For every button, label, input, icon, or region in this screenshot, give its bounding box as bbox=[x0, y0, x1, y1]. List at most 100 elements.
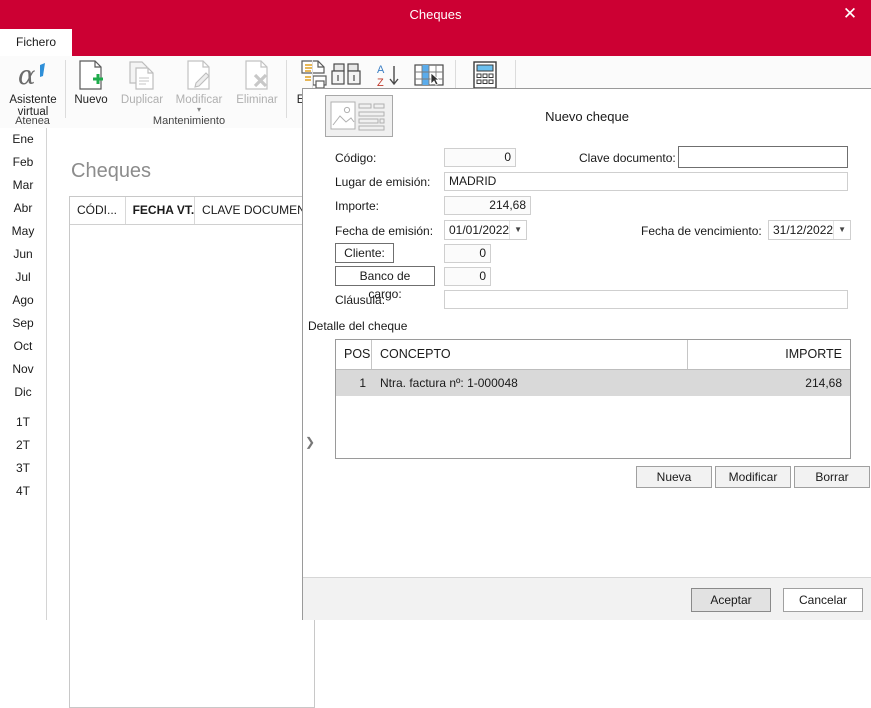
grid-column-importe[interactable]: IMPORTE bbox=[688, 340, 850, 369]
nueva-linea-button[interactable]: Nueva bbox=[636, 466, 712, 488]
rail-item-oct[interactable]: Oct bbox=[0, 335, 46, 358]
rail-item-ene[interactable]: Ene bbox=[0, 128, 46, 151]
table-row[interactable]: 1 Ntra. factura nº: 1-000048 214,68 bbox=[336, 370, 850, 396]
rail-item-dic[interactable]: Dic bbox=[0, 381, 46, 404]
clausula-input[interactable] bbox=[444, 290, 848, 309]
borrar-linea-button[interactable]: Borrar bbox=[794, 466, 870, 488]
banco-cargo-lookup-button[interactable]: Banco de cargo: bbox=[335, 266, 435, 301]
column-header-codigo[interactable]: CÓDI... bbox=[70, 197, 126, 224]
fecha-vencimiento-datepicker[interactable]: 31/12/2022 ▼ bbox=[768, 220, 851, 240]
rail-item-3t[interactable]: 3T bbox=[0, 457, 46, 480]
rail-item-4t[interactable]: 4T bbox=[0, 480, 46, 503]
rail-item-ago[interactable]: Ago bbox=[0, 289, 46, 312]
chevron-down-icon[interactable]: ▾ bbox=[170, 106, 228, 114]
dialog-header: Nuevo cheque bbox=[303, 89, 871, 144]
rail-item-jun[interactable]: Jun bbox=[0, 243, 46, 266]
nuevo-cheque-dialog: Nuevo cheque Código: 0 Clave documento: … bbox=[302, 88, 871, 620]
ribbon-button-buscar[interactable] bbox=[321, 58, 371, 92]
ribbon-group-label: Mantenimiento bbox=[152, 115, 226, 127]
fecha-vencimiento-value: 31/12/2022 bbox=[773, 223, 834, 237]
edit-document-icon bbox=[170, 58, 228, 92]
delete-document-icon bbox=[230, 58, 284, 92]
label-importe: Importe: bbox=[335, 199, 380, 213]
rail-item-abr[interactable]: Abr bbox=[0, 197, 46, 220]
modificar-linea-button[interactable]: Modificar bbox=[715, 466, 791, 488]
ribbon-button-label: Nuevo bbox=[74, 94, 108, 106]
tab-fichero[interactable]: Fichero bbox=[0, 29, 72, 56]
importe-input[interactable]: 214,68 bbox=[444, 196, 531, 215]
calculator-icon bbox=[459, 58, 511, 92]
rail-item-may[interactable]: May bbox=[0, 220, 46, 243]
rail-item-1t[interactable]: 1T bbox=[0, 411, 46, 434]
grid-column-concepto[interactable]: CONCEPTO bbox=[372, 340, 688, 369]
clave-documento-input[interactable] bbox=[678, 146, 848, 168]
cheques-list[interactable]: CÓDI... FECHA VT... CLAVE DOCUMENT bbox=[69, 196, 315, 708]
ribbon-button-nuevo[interactable]: Nuevo bbox=[68, 58, 114, 106]
new-document-icon bbox=[68, 58, 114, 92]
ribbon-button-seleccionar-columna[interactable] bbox=[405, 58, 453, 92]
svg-text:α: α bbox=[18, 61, 36, 90]
rail-item-jul[interactable]: Jul bbox=[0, 266, 46, 289]
grid-column-pos[interactable]: POS bbox=[336, 340, 372, 369]
grid-header-row: POS CONCEPTO IMPORTE bbox=[336, 340, 850, 370]
label-clave-documento: Clave documento: bbox=[579, 151, 676, 165]
rail-item-feb[interactable]: Feb bbox=[0, 151, 46, 174]
rail-item-sep[interactable]: Sep bbox=[0, 312, 46, 335]
fecha-emision-value: 01/01/2022 bbox=[449, 223, 510, 237]
svg-text:A: A bbox=[377, 64, 385, 76]
rail-item-2t[interactable]: 2T bbox=[0, 434, 46, 457]
application-window: Cheques ✕ Fichero α Asistente virtual Ate… bbox=[0, 0, 871, 708]
ribbon-group-label: Atenea bbox=[15, 115, 50, 127]
dialog-title: Nuevo cheque bbox=[545, 109, 629, 124]
window-title: Cheques bbox=[409, 7, 462, 22]
detalle-grid[interactable]: POS CONCEPTO IMPORTE 1 Ntra. factura nº:… bbox=[335, 339, 851, 459]
rail-item-mar[interactable]: Mar bbox=[0, 174, 46, 197]
cliente-lookup-button[interactable]: Cliente: bbox=[335, 243, 394, 263]
cell-importe: 214,68 bbox=[805, 376, 842, 390]
ribbon-button-duplicar[interactable]: Duplicar bbox=[116, 58, 168, 106]
codigo-input[interactable]: 0 bbox=[444, 148, 516, 167]
lugar-emision-input[interactable]: MADRID bbox=[444, 172, 848, 191]
fecha-emision-datepicker[interactable]: 01/01/2022 ▼ bbox=[444, 220, 527, 240]
ribbon-button-label: Eliminar bbox=[236, 94, 278, 106]
sort-az-icon: A Z bbox=[369, 58, 409, 92]
list-header-row: CÓDI... FECHA VT... CLAVE DOCUMENT bbox=[70, 197, 314, 225]
cell-pos: 1 bbox=[359, 376, 366, 390]
cancelar-button[interactable]: Cancelar bbox=[783, 588, 863, 612]
binoculars-search-icon bbox=[321, 58, 371, 92]
page-title: Cheques bbox=[71, 160, 152, 182]
close-icon[interactable]: ✕ bbox=[835, 0, 865, 29]
ribbon-button-calculadora[interactable] bbox=[459, 58, 511, 92]
ribbon-button-modificar[interactable]: Modificar ▾ bbox=[170, 58, 228, 114]
period-rail: Ene Feb Mar Abr May Jun Jul Ago Sep Oct … bbox=[0, 128, 47, 620]
ribbon-button-label: Duplicar bbox=[120, 94, 164, 106]
label-clausula: Cláusula: bbox=[335, 293, 386, 307]
label-codigo: Código: bbox=[335, 151, 377, 165]
ribbon-tab-strip: Fichero bbox=[0, 29, 871, 56]
alpha-assistant-icon: α bbox=[4, 58, 62, 92]
chevron-down-icon[interactable]: ▼ bbox=[833, 221, 850, 239]
ribbon-button-ordenar[interactable]: A Z bbox=[369, 58, 409, 92]
rail-item-nov[interactable]: Nov bbox=[0, 358, 46, 381]
cliente-input[interactable]: 0 bbox=[444, 244, 491, 263]
ribbon-separator bbox=[286, 60, 287, 118]
banco-cargo-input[interactable]: 0 bbox=[444, 267, 491, 286]
column-header-clave-documento[interactable]: CLAVE DOCUMENT bbox=[195, 197, 314, 224]
rail-divider bbox=[0, 404, 46, 411]
label-lugar-emision: Lugar de emisión: bbox=[335, 175, 431, 189]
cell-concepto: Ntra. factura nº: 1-000048 bbox=[380, 376, 518, 390]
ribbon-group-atenea: α Asistente virtual Atenea bbox=[0, 56, 65, 128]
chevron-down-icon[interactable]: ▼ bbox=[509, 221, 526, 239]
duplicate-document-icon bbox=[116, 58, 168, 92]
column-header-fecha-vencimiento[interactable]: FECHA VT... bbox=[126, 197, 196, 224]
aceptar-button[interactable]: Aceptar bbox=[691, 588, 771, 612]
ribbon-button-eliminar[interactable]: Eliminar bbox=[230, 58, 284, 106]
dialog-footer: Aceptar Cancelar bbox=[303, 577, 871, 620]
dialog-body: Código: 0 Clave documento: Lugar de emis… bbox=[303, 144, 871, 579]
row-indicator-icon: ❯ bbox=[305, 435, 316, 449]
label-fecha-vencimiento: Fecha de vencimiento: bbox=[641, 224, 762, 238]
ribbon-button-asistente-virtual[interactable]: α Asistente virtual bbox=[4, 58, 62, 118]
detalle-group-label: Detalle del cheque bbox=[308, 319, 408, 333]
title-bar: Cheques ✕ bbox=[0, 0, 871, 29]
label-fecha-emision: Fecha de emisión: bbox=[335, 224, 434, 238]
